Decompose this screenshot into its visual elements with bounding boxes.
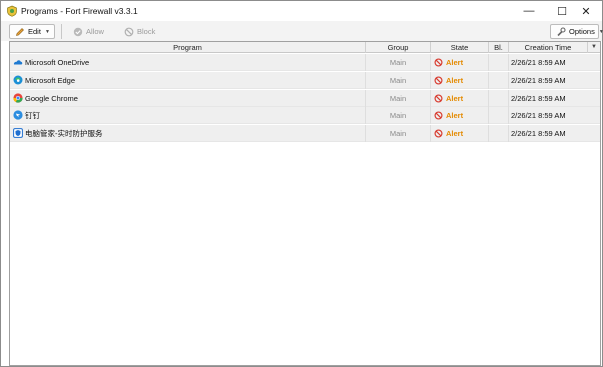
programs-window: Programs - Fort Firewall v3.3.1 — ☐ ✕ Ed… — [0, 0, 603, 367]
edit-button-label: Edit — [28, 27, 41, 36]
chevron-down-icon: ▼ — [44, 28, 50, 35]
toolbar: Edit ▼ Allow Block Options ▼ — [1, 21, 603, 41]
column-header-creation-time[interactable]: Creation Time — [509, 42, 588, 53]
options-button[interactable]: Options ▼ — [550, 24, 603, 39]
creation-time-cell: 2/26/21 8:59 AM — [511, 76, 566, 85]
column-header-blocked[interactable]: Bl. — [489, 42, 509, 53]
blocked-cell — [489, 72, 509, 89]
wrench-icon — [556, 26, 566, 37]
window-title: Programs - Fort Firewall v3.3.1 — [21, 6, 138, 16]
pc-manager-icon — [13, 128, 23, 138]
block-icon — [434, 94, 443, 103]
creation-time-cell: 2/26/21 8:59 AM — [511, 129, 566, 138]
state-cell: Alert — [431, 125, 489, 142]
state-label: Alert — [446, 111, 464, 120]
table-row[interactable]: Microsoft OneDrive Main Alert 2/26/21 8:… — [10, 54, 600, 71]
creation-time-cell: 2/26/21 8:59 AM — [511, 111, 566, 120]
allow-button[interactable]: Allow — [68, 24, 108, 39]
close-icon: ✕ — [581, 5, 591, 18]
table-row[interactable]: Google Chrome Main Alert 2/26/21 8:59 AM — [10, 90, 600, 107]
pencil-icon — [15, 27, 25, 37]
group-cell: Main — [366, 125, 431, 142]
edit-button[interactable]: Edit ▼ — [9, 24, 55, 39]
blocked-cell — [489, 54, 509, 71]
state-cell: Alert — [431, 107, 489, 124]
minimize-icon: — — [523, 5, 535, 17]
program-cell: Microsoft Edge — [10, 72, 366, 89]
creation-time-cell: 2/26/21 8:59 AM — [511, 58, 566, 67]
table-row[interactable]: 电脑管家-实时防护服务 Main Alert 2/26/21 8:59 AM — [10, 125, 600, 142]
state-label: Alert — [446, 58, 464, 67]
state-cell: Alert — [431, 72, 489, 89]
fort-firewall-app-icon — [7, 5, 17, 17]
blocked-cell — [489, 107, 509, 124]
edge-icon — [13, 75, 23, 85]
state-label: Alert — [446, 94, 464, 103]
toolbar-divider — [61, 24, 62, 39]
close-button[interactable]: ✕ — [570, 1, 602, 21]
program-name: 钉钉 — [25, 111, 40, 120]
state-cell: Alert — [431, 54, 489, 71]
options-button-label: Options — [569, 27, 595, 36]
state-label: Alert — [446, 76, 464, 85]
group-cell: Main — [366, 107, 431, 124]
program-cell: 钉钉 — [10, 107, 366, 124]
group-cell: Main — [366, 90, 431, 107]
check-circle-icon — [73, 27, 83, 37]
block-icon — [124, 27, 134, 37]
program-cell: 电脑管家-实时防护服务 — [10, 125, 366, 142]
chevron-down-icon: ▼ — [598, 28, 603, 35]
column-header-state[interactable]: State — [431, 42, 489, 53]
programs-table[interactable]: Program Group State Bl. Creation Time ▼ … — [9, 41, 601, 366]
state-cell: Alert — [431, 90, 489, 107]
state-label: Alert — [446, 129, 464, 138]
minimize-button[interactable]: — — [513, 1, 545, 21]
title-bar[interactable]: Programs - Fort Firewall v3.3.1 — ☐ ✕ — [1, 1, 602, 21]
group-cell: Main — [366, 72, 431, 89]
program-name: Google Chrome — [25, 94, 78, 103]
table-header: Program Group State Bl. Creation Time ▼ — [10, 42, 600, 53]
blocked-cell — [489, 125, 509, 142]
block-icon — [434, 76, 443, 85]
creation-time-cell: 2/26/21 8:59 AM — [511, 94, 566, 103]
maximize-icon: ☐ — [557, 5, 567, 18]
onedrive-icon — [13, 60, 23, 65]
block-icon — [434, 129, 443, 138]
table-row[interactable]: 钉钉 Main Alert 2/26/21 8:59 AM — [10, 107, 600, 124]
program-name: Microsoft Edge — [25, 76, 76, 85]
column-header-program[interactable]: Program — [10, 42, 366, 53]
block-button[interactable]: Block — [119, 24, 159, 39]
allow-button-label: Allow — [86, 27, 104, 36]
dingtalk-icon — [13, 110, 23, 120]
block-icon — [434, 58, 443, 67]
chrome-icon — [13, 93, 23, 103]
sort-descending-icon[interactable]: ▼ — [591, 42, 597, 53]
block-icon — [434, 111, 443, 120]
program-cell: Google Chrome — [10, 90, 366, 107]
program-cell: Microsoft OneDrive — [10, 54, 366, 71]
column-header-group[interactable]: Group — [366, 42, 431, 53]
block-button-label: Block — [137, 27, 156, 36]
table-row[interactable]: Microsoft Edge Main Alert 2/26/21 8:59 A… — [10, 72, 600, 89]
blocked-cell — [489, 90, 509, 107]
program-name: 电脑管家-实时防护服务 — [25, 129, 103, 138]
group-cell: Main — [366, 54, 431, 71]
program-name: Microsoft OneDrive — [25, 58, 90, 67]
